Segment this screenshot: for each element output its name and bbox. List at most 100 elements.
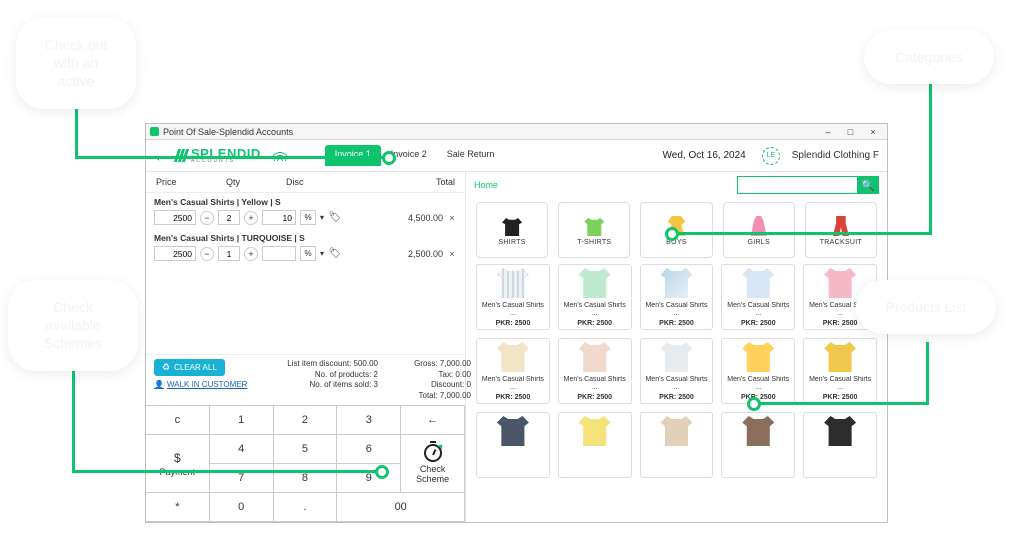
search-input[interactable] bbox=[737, 176, 857, 194]
key-payment[interactable]: $ Payment bbox=[146, 435, 210, 493]
key-3[interactable]: 3 bbox=[337, 406, 401, 435]
summary-label: Tax: bbox=[439, 370, 454, 379]
product-tile[interactable]: Men's Casual Shirts ... PKR: 2500 bbox=[640, 338, 714, 404]
search-button[interactable]: 🔍 bbox=[857, 176, 879, 194]
product-tile[interactable] bbox=[476, 412, 550, 478]
key-backspace[interactable]: ← bbox=[401, 406, 465, 435]
callout-products-list: Products List bbox=[856, 280, 996, 334]
product-name: Men's Casual Shirts ... bbox=[643, 302, 711, 316]
product-price: PKR: 2500 bbox=[577, 394, 612, 401]
tab-sale-return[interactable]: Sale Return bbox=[437, 145, 505, 166]
product-tile[interactable]: Men's Casual Shirts ...PKR: 2500 bbox=[558, 338, 632, 404]
product-price: PKR: 2500 bbox=[823, 320, 858, 327]
product-tile[interactable]: Men's Casual Shirts ...PKR: 2500 bbox=[558, 264, 632, 330]
key-c[interactable]: c bbox=[146, 406, 210, 435]
key-6[interactable]: 6 bbox=[337, 435, 401, 464]
product-name: Men's Casual Shirts ... bbox=[643, 376, 711, 390]
price-input[interactable] bbox=[154, 246, 196, 261]
keypad: c 1 2 3 ← $ Payment 4 5 6 Check Scheme 7… bbox=[146, 405, 465, 522]
breadcrumb-row: Home 🔍 bbox=[466, 172, 887, 196]
product-thumb bbox=[579, 416, 611, 446]
key-00[interactable]: 00 bbox=[337, 493, 465, 522]
product-tile[interactable]: Men's Casual Shirts ...PKR: 2500 bbox=[721, 264, 795, 330]
summary-label: No. of products: bbox=[315, 370, 371, 379]
product-thumb bbox=[497, 268, 529, 298]
category-girls[interactable]: GIRLS bbox=[723, 202, 795, 258]
discount-input[interactable] bbox=[262, 246, 296, 261]
remove-line-button[interactable]: × bbox=[447, 213, 457, 223]
product-price: PKR: 2500 bbox=[659, 394, 694, 401]
window-maximize-button[interactable]: □ bbox=[840, 126, 860, 138]
product-name: Men's Casual Shirts ... bbox=[724, 376, 792, 390]
product-tile[interactable]: Men's Casual Shirts ...PKR: 2500 bbox=[721, 338, 795, 404]
product-tile[interactable]: Men's Casual Shirts ...PKR: 2500 bbox=[640, 264, 714, 330]
tag-icon[interactable]: 🏷 bbox=[328, 247, 342, 261]
key-8[interactable]: 8 bbox=[274, 464, 338, 493]
qty-input[interactable] bbox=[218, 246, 240, 261]
category-tracksuit[interactable]: TRACKSUIT bbox=[805, 202, 877, 258]
product-thumb bbox=[824, 416, 856, 446]
product-tile[interactable] bbox=[721, 412, 795, 478]
product-tile[interactable] bbox=[640, 412, 714, 478]
product-tile[interactable]: Men's Casual Shirts ...PKR: 2500 bbox=[476, 338, 550, 404]
callout-dot bbox=[382, 151, 396, 165]
callout-dot bbox=[747, 397, 761, 411]
shirt-icon bbox=[502, 218, 522, 236]
qty-plus-button[interactable]: + bbox=[244, 211, 258, 225]
col-price: Price bbox=[156, 177, 226, 187]
product-thumb bbox=[660, 268, 692, 298]
category-shirts[interactable]: SHIRTS bbox=[476, 202, 548, 258]
category-tshirts[interactable]: T-SHIRTS bbox=[558, 202, 630, 258]
product-thumb bbox=[579, 268, 611, 298]
chevron-down-icon[interactable]: ▾ bbox=[320, 213, 324, 222]
key-7[interactable]: 7 bbox=[210, 464, 274, 493]
product-name: Men's Casual Shirts ... bbox=[724, 302, 792, 316]
key-0[interactable]: 0 bbox=[210, 493, 274, 522]
key-4[interactable]: 4 bbox=[210, 435, 274, 464]
breadcrumb-home[interactable]: Home bbox=[474, 180, 498, 190]
product-price: PKR: 2500 bbox=[496, 320, 531, 327]
category-label: SHIRTS bbox=[498, 239, 525, 246]
cart-summary: ♻ CLEAR ALL 👤 WALK IN CUSTOMER List item… bbox=[146, 354, 465, 405]
qty-minus-button[interactable]: − bbox=[200, 211, 214, 225]
qty-plus-button[interactable]: + bbox=[244, 247, 258, 261]
product-thumb bbox=[660, 342, 692, 372]
cart-header: Price Qty Disc Total bbox=[146, 172, 465, 193]
callout-check-schemes: Check available Schemes bbox=[8, 280, 138, 371]
product-tile[interactable]: Men's Casual Shirts ...PKR: 2500 bbox=[476, 264, 550, 330]
col-total: Total bbox=[376, 177, 455, 187]
window-minimize-button[interactable]: – bbox=[818, 126, 838, 138]
chevron-down-icon[interactable]: ▾ bbox=[320, 249, 324, 258]
price-input[interactable] bbox=[154, 210, 196, 225]
product-tile[interactable]: Men's Casual Shirts ...PKR: 2500 bbox=[803, 338, 877, 404]
discount-input[interactable] bbox=[262, 210, 296, 225]
tshirt-icon bbox=[584, 218, 604, 236]
customer-label: WALK IN CUSTOMER bbox=[167, 380, 247, 389]
qty-input[interactable] bbox=[218, 210, 240, 225]
key-dot[interactable]: . bbox=[274, 493, 338, 522]
key-5[interactable]: 5 bbox=[274, 435, 338, 464]
key-2[interactable]: 2 bbox=[274, 406, 338, 435]
product-tile[interactable] bbox=[803, 412, 877, 478]
product-grid: Men's Casual Shirts ... PKR: 2500 Men's C… bbox=[466, 264, 887, 522]
discount-type-select[interactable]: % bbox=[300, 246, 316, 261]
clear-all-button[interactable]: ♻ CLEAR ALL bbox=[154, 359, 225, 376]
key-check-scheme[interactable]: Check Scheme bbox=[401, 435, 465, 493]
window-close-button[interactable]: × bbox=[863, 126, 883, 138]
key-check-scheme-label: Check Scheme bbox=[416, 464, 449, 484]
tag-icon[interactable]: 🏷 bbox=[328, 211, 342, 225]
key-1[interactable]: 1 bbox=[210, 406, 274, 435]
callout-dot bbox=[375, 465, 389, 479]
remove-line-button[interactable]: × bbox=[447, 249, 457, 259]
discount-type-select[interactable]: % bbox=[300, 210, 316, 225]
key-9[interactable]: 9 bbox=[337, 464, 401, 493]
summary-value: 2 bbox=[374, 370, 378, 379]
payment-icon: $ bbox=[174, 451, 181, 465]
callout-line bbox=[929, 76, 932, 234]
key-star[interactable]: * bbox=[146, 493, 210, 522]
customer-link[interactable]: 👤 WALK IN CUSTOMER bbox=[154, 380, 250, 389]
product-tile[interactable] bbox=[558, 412, 632, 478]
cart-items: Men's Casual Shirts | Yellow | S − + % ▾… bbox=[146, 193, 465, 271]
qty-minus-button[interactable]: − bbox=[200, 247, 214, 261]
callout-line bbox=[72, 470, 382, 473]
